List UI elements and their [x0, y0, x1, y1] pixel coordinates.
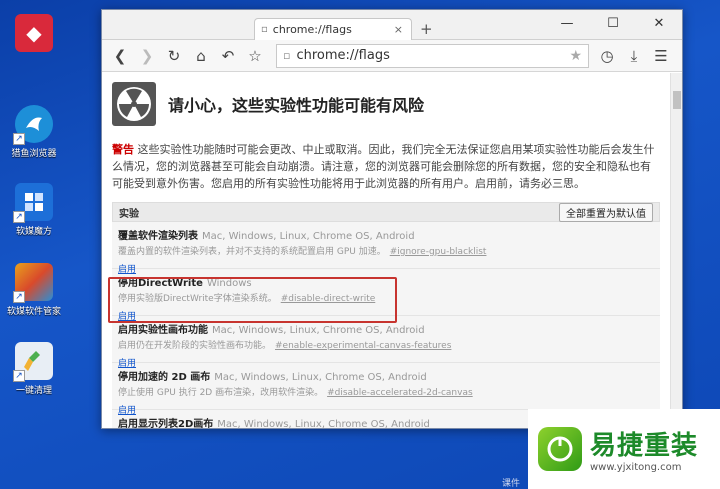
flags-page: 请小心，这些实验性功能可能有风险 警告 这些实验性功能随时可能会更改、中止或取消… — [102, 73, 670, 428]
page-icon: ▫ — [283, 49, 291, 62]
undo-icon[interactable]: ↶ — [216, 44, 240, 68]
experiment-name: 停用加速的 2D 画布 — [118, 372, 211, 383]
experiment-desc: 停止使用 GPU 执行 2D 画布渲染，改用软件渲染。 — [118, 388, 324, 398]
page-icon: ▫ — [261, 24, 268, 35]
logo-name: 易捷重装 — [590, 431, 699, 461]
warning-body: 这些实验性功能随时可能会更改、中止或取消。因此，我们完全无法保证您启用某项实验性… — [112, 143, 655, 190]
section-title: 实验 — [119, 208, 139, 220]
bookmark-star-icon[interactable]: ★ — [569, 48, 582, 64]
warning-text: 警告 这些实验性功能随时可能会更改、中止或取消。因此，我们完全无法保证您启用某项… — [112, 141, 660, 192]
warning-label: 警告 — [112, 143, 134, 156]
experiment-item: 启用实验性画布功能 Mac, Windows, Linux, Chrome OS,… — [112, 316, 660, 369]
shortcut-arrow-icon: ↗ — [13, 291, 25, 303]
shortcut-arrow-icon: ↗ — [13, 211, 25, 223]
forward-icon[interactable]: ❯ — [135, 44, 159, 68]
tab-title: chrome://flags — [272, 23, 352, 36]
experiment-desc: 覆盖内置的软件渲染列表，并对不支持的系统配置启用 GPU 加速。 — [118, 247, 386, 257]
address-text: chrome://flags — [296, 48, 390, 63]
home-icon[interactable]: ⌂ — [189, 44, 213, 68]
desktop-icon-software-manager[interactable]: ↗ 软媒软件管家 — [6, 263, 62, 317]
reload-icon[interactable]: ↻ — [162, 44, 186, 68]
page-scrollbar[interactable] — [670, 73, 682, 428]
warning-header: 请小心，这些实验性功能可能有风险 — [112, 73, 660, 135]
history-icon[interactable]: ◷ — [595, 44, 619, 68]
experiment-item: 停用加速的 2D 画布 Mac, Windows, Linux, Chrome O… — [112, 363, 660, 416]
experiment-platforms: Mac, Windows, Linux, Chrome OS, Android — [214, 372, 427, 383]
experiment-name: 覆盖软件渲染列表 — [118, 231, 198, 242]
experiment-name: 启用实验性画布功能 — [118, 325, 208, 336]
address-bar[interactable]: ▫ chrome://flags ★ — [276, 43, 589, 68]
desktop-icon-cleanup[interactable]: ↗ 一键清理 — [6, 342, 62, 396]
watermark-logo: 易捷重装 www.yjxitong.com — [528, 409, 720, 489]
taskbar-text: 课件 — [502, 479, 521, 489]
software-manager-icon: ↗ — [13, 263, 53, 303]
star-icon[interactable]: ☆ — [243, 44, 267, 68]
page-title: 请小心，这些实验性功能可能有风险 — [168, 96, 425, 115]
broom-icon: ↗ — [13, 342, 53, 382]
experiments-header: 实验 全部重置为默认值 — [112, 202, 660, 222]
back-icon[interactable]: ❮ — [108, 44, 132, 68]
experiment-platforms: Mac, Windows, Linux, Chrome OS, Android — [212, 325, 425, 336]
radiation-icon — [112, 82, 156, 126]
logo-mark-icon — [538, 427, 582, 471]
experiment-desc: 停用实验版DirectWrite字体渲染系统。 — [118, 294, 277, 304]
experiment-anchor[interactable]: #ignore-gpu-blacklist — [390, 247, 487, 257]
browser-titlebar: ▫ chrome://flags × + — ☐ ✕ — [102, 10, 682, 40]
desktop-icon-fish-browser[interactable]: ↗ 猎鱼浏览器 — [6, 105, 62, 159]
minimize-button[interactable]: — — [544, 10, 590, 36]
window-controls: — ☐ ✕ — [544, 10, 682, 40]
experiment-anchor[interactable]: #disable-accelerated-2d-canvas — [327, 388, 473, 398]
desktop-icon-cube[interactable]: ↗ 软媒魔方 — [6, 183, 62, 237]
scroll-thumb[interactable] — [673, 91, 681, 109]
menu-icon[interactable]: ☰ — [649, 44, 673, 68]
browser-toolbar: ❮ ❯ ↻ ⌂ ↶ ☆ ▫ chrome://flags ★ ◷ ⤓ ☰ — [102, 40, 682, 72]
desktop-icon-app[interactable]: ◆ — [6, 14, 62, 55]
download-icon[interactable]: ⤓ — [622, 44, 646, 68]
shortcut-arrow-icon: ↗ — [13, 133, 25, 145]
maximize-button[interactable]: ☐ — [590, 10, 636, 36]
experiment-item: 停用DirectWrite Windows 停用实验版DirectWrite字体渲… — [112, 269, 660, 322]
tab-close-icon[interactable]: × — [392, 23, 405, 36]
new-tab-button[interactable]: + — [420, 20, 433, 38]
browser-window: ▫ chrome://flags × + — ☐ ✕ ❮ ❯ ↻ ⌂ ↶ ☆ ▫… — [101, 9, 683, 429]
experiments-list: 覆盖软件渲染列表 Mac, Windows, Linux, Chrome OS, … — [112, 222, 660, 428]
cube-icon: ↗ — [13, 183, 53, 223]
experiment-anchor[interactable]: #enable-experimental-canvas-features — [275, 341, 451, 351]
experiment-desc: 启用仍在开发阶段的实验性画布功能。 — [118, 341, 272, 351]
close-button[interactable]: ✕ — [636, 10, 682, 36]
experiment-anchor[interactable]: #disable-direct-write — [281, 294, 376, 304]
experiment-platforms: Mac, Windows, Linux, Chrome OS, Android — [217, 419, 430, 428]
app-icon: ◆ — [15, 14, 53, 52]
experiment-name: 停用DirectWrite — [118, 278, 203, 289]
experiment-platforms: Mac, Windows, Linux, Chrome OS, Android — [202, 231, 415, 242]
logo-url: www.yjxitong.com — [590, 462, 682, 473]
experiment-name: 启用显示列表2D画布 — [118, 419, 214, 428]
tab-flags[interactable]: ▫ chrome://flags × — [254, 18, 412, 40]
fish-browser-icon: ↗ — [13, 105, 53, 145]
shortcut-arrow-icon: ↗ — [13, 370, 25, 382]
experiment-platforms: Windows — [206, 278, 252, 289]
experiment-item: 覆盖软件渲染列表 Mac, Windows, Linux, Chrome OS, … — [112, 222, 660, 275]
reset-all-button[interactable]: 全部重置为默认值 — [559, 202, 653, 222]
